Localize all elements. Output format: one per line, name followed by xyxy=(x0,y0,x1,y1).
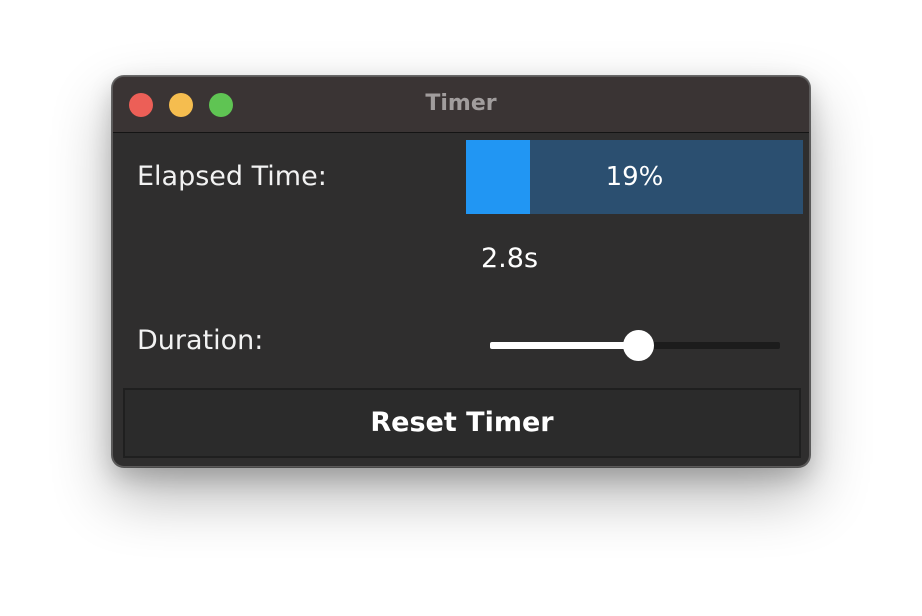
window-title: Timer xyxy=(425,91,497,116)
timer-window: Timer Elapsed Time: 19% 2.8s Duration: R… xyxy=(112,76,810,467)
elapsed-time-label: Elapsed Time: xyxy=(137,161,327,192)
elapsed-time-value: 2.8s xyxy=(481,243,539,274)
duration-label: Duration: xyxy=(137,325,264,356)
duration-slider[interactable] xyxy=(490,329,780,361)
duration-slider-thumb[interactable] xyxy=(622,330,654,361)
duration-slider-fill xyxy=(490,342,638,349)
elapsed-progress-text: 19% xyxy=(605,162,664,192)
title-bar[interactable]: Timer xyxy=(113,77,809,133)
reset-timer-button[interactable]: Reset Timer xyxy=(123,388,801,458)
elapsed-progress-bar: 19% xyxy=(466,140,803,214)
screen: Timer Elapsed Time: 19% 2.8s Duration: R… xyxy=(0,0,922,616)
